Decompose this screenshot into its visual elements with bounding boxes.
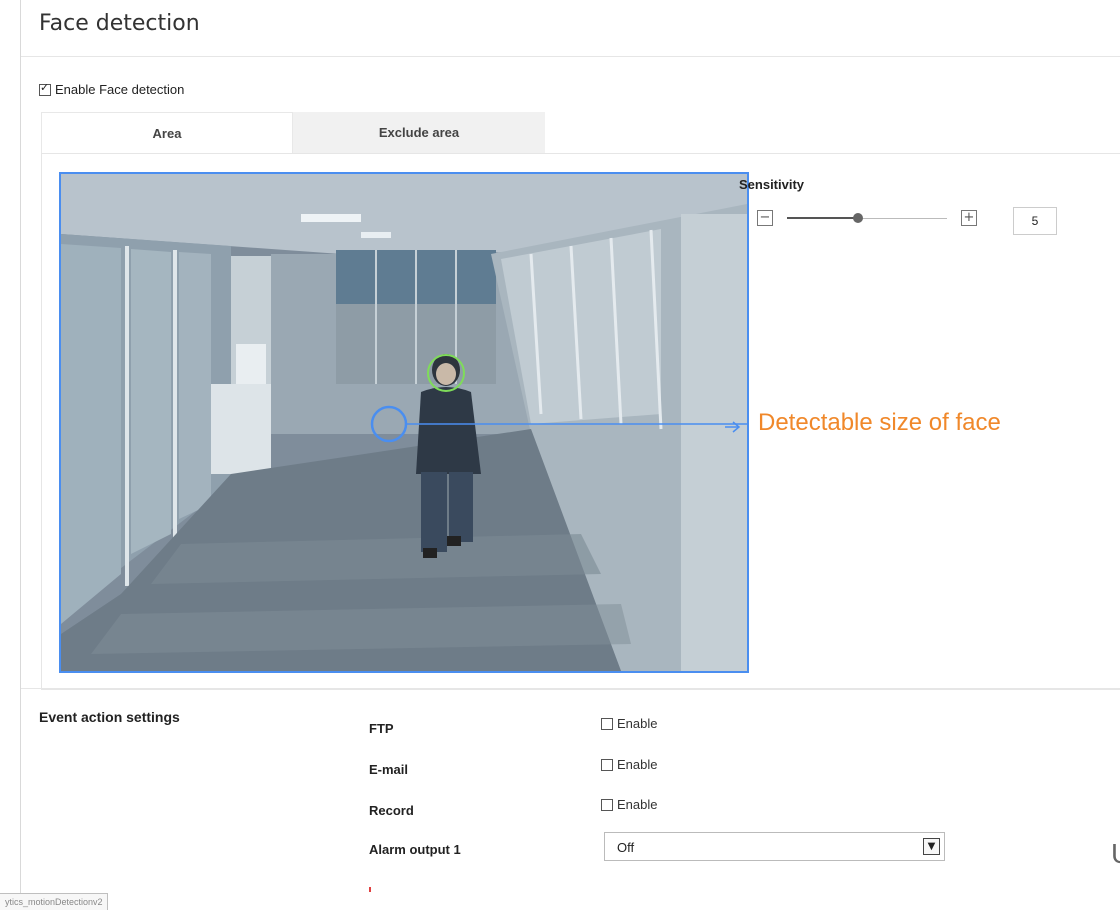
sensitivity-slider-fill (787, 217, 859, 219)
tab-exclude-area[interactable]: Exclude area (293, 112, 545, 153)
tab-area[interactable]: Area (41, 112, 293, 154)
ftp-enable-checkbox[interactable] (601, 717, 613, 730)
status-bar-url: ytics_motionDetectionv2 (0, 893, 108, 910)
camera-preview[interactable] (59, 172, 749, 673)
record-enable-label: Enable (617, 797, 658, 812)
email-enable-row[interactable]: Enable (601, 757, 657, 772)
ftp-enable-label: Enable (617, 716, 658, 731)
sensitivity-increase-button[interactable]: + (961, 210, 977, 226)
record-label: Record (369, 803, 414, 818)
title-divider (21, 56, 1120, 57)
enable-face-detection-row[interactable]: Enable Face detection (39, 81, 185, 97)
ftp-label: FTP (369, 721, 394, 736)
email-label: E-mail (369, 762, 409, 777)
page-title: Face detection (39, 11, 200, 36)
alarm-output-select[interactable]: Off ▼ (604, 832, 945, 861)
enable-face-detection-checkbox[interactable] (39, 81, 51, 96)
edge-fragment-text: U (1111, 838, 1120, 870)
face-detection-panel: Face detection Enable Face detection Are… (20, 0, 1120, 905)
enable-face-detection-label: Enable Face detection (55, 82, 185, 97)
minus-icon: − (759, 210, 771, 225)
email-enable-checkbox[interactable] (601, 758, 613, 771)
record-enable-checkbox[interactable] (601, 798, 613, 811)
camera-scene-image (61, 174, 747, 671)
plus-icon: + (963, 210, 975, 225)
sensitivity-value-input[interactable]: 5 (1013, 207, 1057, 235)
area-tabs: Area Exclude area (41, 112, 545, 154)
red-marker (369, 887, 371, 892)
alarm-output-label: Alarm output 1 (369, 842, 461, 857)
sensitivity-decrease-button[interactable]: − (757, 210, 773, 226)
alarm-output-selected-value: Off (617, 840, 635, 855)
sensitivity-label: Sensitivity (739, 177, 805, 192)
record-enable-row[interactable]: Enable (601, 797, 657, 812)
sensitivity-slider[interactable] (787, 213, 947, 223)
sensitivity-slider-handle[interactable] (853, 213, 864, 223)
annotation-arrow-icon (725, 421, 741, 433)
email-enable-label: Enable (617, 757, 658, 772)
section-divider (21, 688, 1120, 689)
chevron-down-icon[interactable]: ▼ (923, 838, 940, 855)
ftp-enable-row[interactable]: Enable (601, 716, 657, 731)
detectable-size-annotation: Detectable size of face (758, 409, 1001, 436)
event-action-settings-title: Event action settings (39, 709, 180, 725)
